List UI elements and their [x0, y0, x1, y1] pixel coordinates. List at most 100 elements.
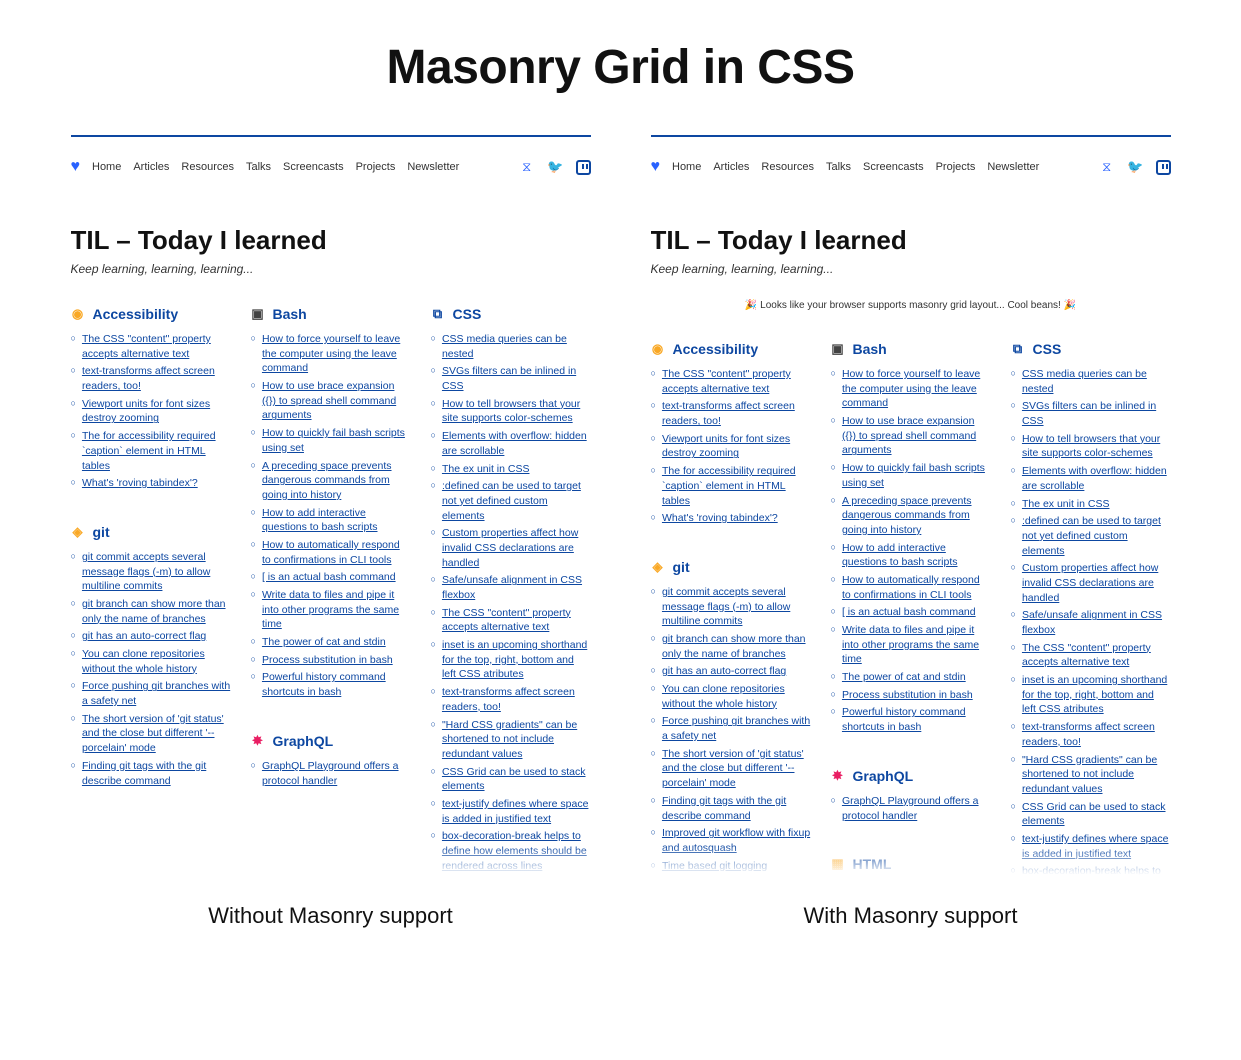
- twitch-icon[interactable]: [1156, 160, 1171, 175]
- link[interactable]: text-justify defines where space is adde…: [442, 797, 591, 826]
- link[interactable]: CSS media queries can be nested: [442, 332, 591, 361]
- link[interactable]: The CSS "content" property accepts alter…: [82, 332, 231, 361]
- rss-icon[interactable]: ⧖: [522, 159, 531, 175]
- link[interactable]: Process substitution in bash: [842, 688, 973, 703]
- link[interactable]: Custom properties affect how invalid CSS…: [442, 526, 591, 570]
- link[interactable]: box-decoration-break helps to define how…: [442, 829, 591, 873]
- link[interactable]: Write data to files and pipe it into oth…: [842, 623, 991, 667]
- twitter-icon[interactable]: 🐦: [1127, 159, 1143, 175]
- link[interactable]: inset is an upcoming shorthand for the t…: [1022, 673, 1171, 717]
- link[interactable]: [ is an actual bash command: [262, 570, 396, 585]
- link[interactable]: The CSS "content" property accepts alter…: [662, 367, 811, 396]
- link[interactable]: Finding git tags with the git describe c…: [662, 794, 811, 823]
- link[interactable]: The power of cat and stdin: [842, 670, 966, 685]
- link[interactable]: git branch can show more than only the n…: [662, 632, 811, 661]
- link[interactable]: Safe/unsafe alignment in CSS flexbox: [1022, 608, 1171, 637]
- link[interactable]: text-transforms affect screen readers, t…: [442, 685, 591, 714]
- twitch-icon[interactable]: [576, 160, 591, 175]
- link[interactable]: The for accessibility required `caption`…: [82, 429, 231, 473]
- link[interactable]: The CSS "content" property accepts alter…: [1022, 641, 1171, 670]
- link[interactable]: text-transforms affect screen readers, t…: [1022, 720, 1171, 749]
- nav-item[interactable]: Screencasts: [863, 161, 924, 173]
- link[interactable]: Process substitution in bash: [262, 653, 393, 668]
- link[interactable]: The ex unit in CSS: [1022, 497, 1110, 512]
- twitter-icon[interactable]: 🐦: [547, 159, 563, 175]
- link[interactable]: Powerful history command shortcuts in ba…: [262, 670, 411, 699]
- heart-icon[interactable]: ♥: [71, 158, 81, 176]
- link[interactable]: The short version of 'git status' and th…: [82, 712, 231, 756]
- link[interactable]: How to force yourself to leave the compu…: [842, 367, 991, 411]
- nav-item[interactable]: Home: [672, 161, 701, 173]
- heart-icon[interactable]: ♥: [651, 158, 661, 176]
- link[interactable]: git has an auto-correct flag: [662, 664, 786, 679]
- link[interactable]: How to use brace expansion ({}) to sprea…: [262, 379, 411, 423]
- link[interactable]: You can clone repositories without the w…: [82, 647, 231, 676]
- link[interactable]: Elements with overflow: hidden are scrol…: [1022, 464, 1171, 493]
- link[interactable]: text-justify defines where space is adde…: [1022, 832, 1171, 861]
- link[interactable]: Write data to files and pipe it into oth…: [262, 588, 411, 632]
- link[interactable]: Viewport units for font sizes destroy zo…: [82, 397, 231, 426]
- link[interactable]: "Hard CSS gradients" can be shortened to…: [442, 718, 591, 762]
- link[interactable]: :defined can be used to target not yet d…: [442, 479, 591, 523]
- link[interactable]: Improved git workflow with fixup and aut…: [662, 826, 811, 855]
- link[interactable]: Viewport units for font sizes destroy zo…: [662, 432, 811, 461]
- link[interactable]: How to add interactive questions to bash…: [262, 506, 411, 535]
- link[interactable]: How to automatically respond to confirma…: [842, 573, 991, 602]
- link[interactable]: A preceding space prevents dangerous com…: [262, 459, 411, 503]
- link[interactable]: Force pushing git branches with a safety…: [662, 714, 811, 743]
- link[interactable]: A preceding space prevents dangerous com…: [842, 494, 991, 538]
- nav-item[interactable]: Articles: [133, 161, 169, 173]
- link[interactable]: Time based git logging: [662, 859, 767, 874]
- link[interactable]: The ex unit in CSS: [442, 462, 530, 477]
- link[interactable]: text-transforms affect screen readers, t…: [662, 399, 811, 428]
- link[interactable]: "Hard CSS gradients" can be shortened to…: [1022, 753, 1171, 797]
- link[interactable]: You can clone repositories without the w…: [662, 682, 811, 711]
- nav-item[interactable]: Articles: [713, 161, 749, 173]
- link[interactable]: box-decoration-break helps to define how…: [1022, 864, 1171, 875]
- link[interactable]: The for accessibility required `caption`…: [662, 464, 811, 508]
- nav-item[interactable]: Newsletter: [407, 161, 459, 173]
- link[interactable]: Finding git tags with the git describe c…: [82, 759, 231, 788]
- link[interactable]: Safe/unsafe alignment in CSS flexbox: [442, 573, 591, 602]
- link[interactable]: What's 'roving tabindex'?: [662, 511, 778, 526]
- nav-item[interactable]: Home: [92, 161, 121, 173]
- link[interactable]: CSS Grid can be used to stack elements: [442, 765, 591, 794]
- link[interactable]: How to add interactive questions to bash…: [842, 541, 991, 570]
- nav-item[interactable]: Resources: [181, 161, 234, 173]
- link[interactable]: The power of cat and stdin: [262, 635, 386, 650]
- link[interactable]: git branch can show more than only the n…: [82, 597, 231, 626]
- link[interactable]: CSS Grid can be used to stack elements: [1022, 800, 1171, 829]
- link[interactable]: How to tell browsers that your site supp…: [1022, 432, 1171, 461]
- nav-item[interactable]: Projects: [936, 161, 976, 173]
- link[interactable]: git commit accepts several message flags…: [82, 550, 231, 594]
- link[interactable]: How to quickly fail bash scripts using s…: [842, 461, 991, 490]
- link[interactable]: How to quickly fail bash scripts using s…: [262, 426, 411, 455]
- link[interactable]: How to automatically respond to confirma…: [262, 538, 411, 567]
- link[interactable]: The CSS "content" property accepts alter…: [442, 606, 591, 635]
- link[interactable]: Powerful history command shortcuts in ba…: [842, 705, 991, 734]
- link[interactable]: Elements with overflow: hidden are scrol…: [442, 429, 591, 458]
- nav-item[interactable]: Talks: [826, 161, 851, 173]
- link[interactable]: The short version of 'git status' and th…: [662, 747, 811, 791]
- link[interactable]: Custom properties affect how invalid CSS…: [1022, 561, 1171, 605]
- nav-item[interactable]: Newsletter: [987, 161, 1039, 173]
- nav-item[interactable]: Resources: [761, 161, 814, 173]
- rss-icon[interactable]: ⧖: [1102, 159, 1111, 175]
- link[interactable]: How to force yourself to leave the compu…: [262, 332, 411, 376]
- link[interactable]: GraphQL Playground offers a protocol han…: [262, 759, 411, 788]
- link[interactable]: SVGs filters can be inlined in CSS: [1022, 399, 1171, 428]
- link[interactable]: git has an auto-correct flag: [82, 629, 206, 644]
- link[interactable]: CSS media queries can be nested: [1022, 367, 1171, 396]
- nav-item[interactable]: Screencasts: [283, 161, 344, 173]
- link[interactable]: :defined can be used to target not yet d…: [1022, 514, 1171, 558]
- link[interactable]: Force pushing git branches with a safety…: [82, 679, 231, 708]
- link[interactable]: GraphQL Playground offers a protocol han…: [842, 794, 991, 823]
- link[interactable]: text-transforms affect screen readers, t…: [82, 364, 231, 393]
- link[interactable]: SVGs filters can be inlined in CSS: [442, 364, 591, 393]
- link[interactable]: What's 'roving tabindex'?: [82, 476, 198, 491]
- nav-item[interactable]: Talks: [246, 161, 271, 173]
- link[interactable]: [ is an actual bash command: [842, 605, 976, 620]
- link[interactable]: inset is an upcoming shorthand for the t…: [442, 638, 591, 682]
- nav-item[interactable]: Projects: [356, 161, 396, 173]
- link[interactable]: How to use brace expansion ({}) to sprea…: [842, 414, 991, 458]
